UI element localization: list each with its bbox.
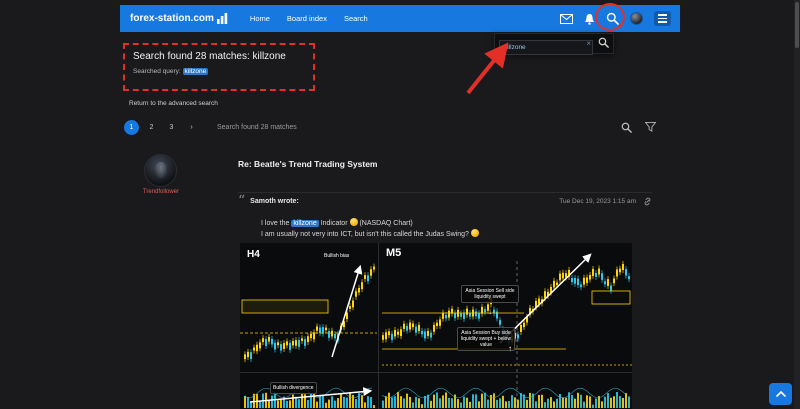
post-meta-row: “ Samoth wrote: Tue Dec 19, 2023 1:15 am xyxy=(238,193,652,209)
chart-annotation-bullish-bias: Bullish bias xyxy=(324,253,350,259)
grinning-emoji-icon: 😄 xyxy=(470,229,479,237)
poster-avatar[interactable] xyxy=(144,154,177,187)
body-text: (NASDAQ Chart) xyxy=(359,220,413,227)
body-text: Indicator xyxy=(320,220,348,227)
chart-annotation-buy-liquidity: Asia Session Buy side liquidity swept + … xyxy=(457,327,515,351)
post-meta-right: Tue Dec 19, 2023 1:15 am xyxy=(559,197,652,206)
user-avatar-mini[interactable] xyxy=(630,12,643,25)
quote-author[interactable]: Samoth wrote: xyxy=(250,198,299,205)
post-title[interactable]: Re: Beatle's Trend Trading System xyxy=(238,159,377,169)
header-icons xyxy=(560,11,671,26)
clear-search-icon[interactable]: × xyxy=(586,39,591,48)
searched-query-term: killzone xyxy=(182,68,209,75)
search-popover: × xyxy=(494,33,614,55)
advanced-search-link[interactable]: Return to the advanced search xyxy=(129,100,218,107)
chevron-up-icon xyxy=(775,391,786,397)
body-text: I love the xyxy=(261,220,290,227)
body-text: I am usually not very into ICT, but isn'… xyxy=(261,231,469,238)
top-navigation-bar: forex-station.com Home Board index Searc… xyxy=(120,5,680,32)
scroll-to-top-button[interactable] xyxy=(769,383,792,405)
post-timestamp: Tue Dec 19, 2023 1:15 am xyxy=(559,198,636,205)
heart-eyes-emoji-icon: 😍 xyxy=(349,218,358,226)
search-icon[interactable] xyxy=(606,12,619,25)
scrollbar-track xyxy=(794,0,800,409)
chart-annotation-sell-liquidity: Asia Session Sell side liquidity swept xyxy=(461,285,519,303)
quote-open-icon: “ xyxy=(238,193,246,209)
chart-timeframe-label-m5: M5 xyxy=(386,247,402,259)
highlighted-term: killzone xyxy=(291,220,319,227)
site-logo[interactable]: forex-station.com xyxy=(130,13,228,24)
chart-annotation-bullish-divergence: Bullish divergence xyxy=(270,382,317,394)
page-next-button[interactable]: › xyxy=(184,120,199,135)
search-submit-icon xyxy=(598,37,609,48)
pagination-icons xyxy=(621,122,656,133)
messages-envelope-icon[interactable] xyxy=(560,13,573,24)
results-search-icon[interactable] xyxy=(621,122,632,133)
page-button-1[interactable]: 1 xyxy=(124,119,139,135)
searched-query-label: Searched query: xyxy=(133,68,181,75)
search-input-wrap: × xyxy=(499,36,593,55)
scrollbar-thumb[interactable] xyxy=(795,2,799,48)
posted-chart-image[interactable]: H4 M5 Bullish bias Bullish divergence As… xyxy=(240,243,632,409)
poster-username[interactable]: Trendfollower xyxy=(119,189,203,195)
chart-timeframe-label-h4: H4 xyxy=(247,249,260,260)
post-body-line-2: I am usually not very into ICT, but isn'… xyxy=(261,229,653,240)
brand-bars-icon xyxy=(216,13,228,24)
search-results-callout: Search found 28 matches: killzone Search… xyxy=(123,43,315,91)
post-divider xyxy=(238,192,652,193)
up-arrow-marker: ↑ xyxy=(508,344,512,353)
page-button-3[interactable]: 3 xyxy=(164,120,179,135)
results-summary: Search found 28 matches xyxy=(217,123,297,131)
down-arrow-marker: ↓ xyxy=(488,307,492,316)
post-link-icon[interactable] xyxy=(643,197,652,206)
main-nav: Home Board index Search xyxy=(250,14,368,23)
nav-board-index[interactable]: Board index xyxy=(287,14,327,23)
filter-funnel-icon[interactable] xyxy=(645,122,656,132)
site-title: forex-station.com xyxy=(130,13,214,24)
page-button-2[interactable]: 2 xyxy=(144,120,159,135)
popover-search-button[interactable] xyxy=(598,36,609,51)
notifications-bell-icon[interactable] xyxy=(584,13,595,25)
post-body-line-1: I love the killzone Indicator 😍 (NASDAQ … xyxy=(261,218,653,229)
results-heading: Search found 28 matches: killzone xyxy=(133,51,286,62)
hamburger-menu-button[interactable] xyxy=(654,11,671,26)
searched-query-line: Searched query: killzone xyxy=(133,68,305,75)
search-input[interactable] xyxy=(499,40,593,55)
nav-home[interactable]: Home xyxy=(250,14,270,23)
pagination-row: 1 2 3 › Search found 28 matches xyxy=(124,115,676,139)
nav-search[interactable]: Search xyxy=(344,14,368,23)
post-body: I love the killzone Indicator 😍 (NASDAQ … xyxy=(261,218,653,240)
